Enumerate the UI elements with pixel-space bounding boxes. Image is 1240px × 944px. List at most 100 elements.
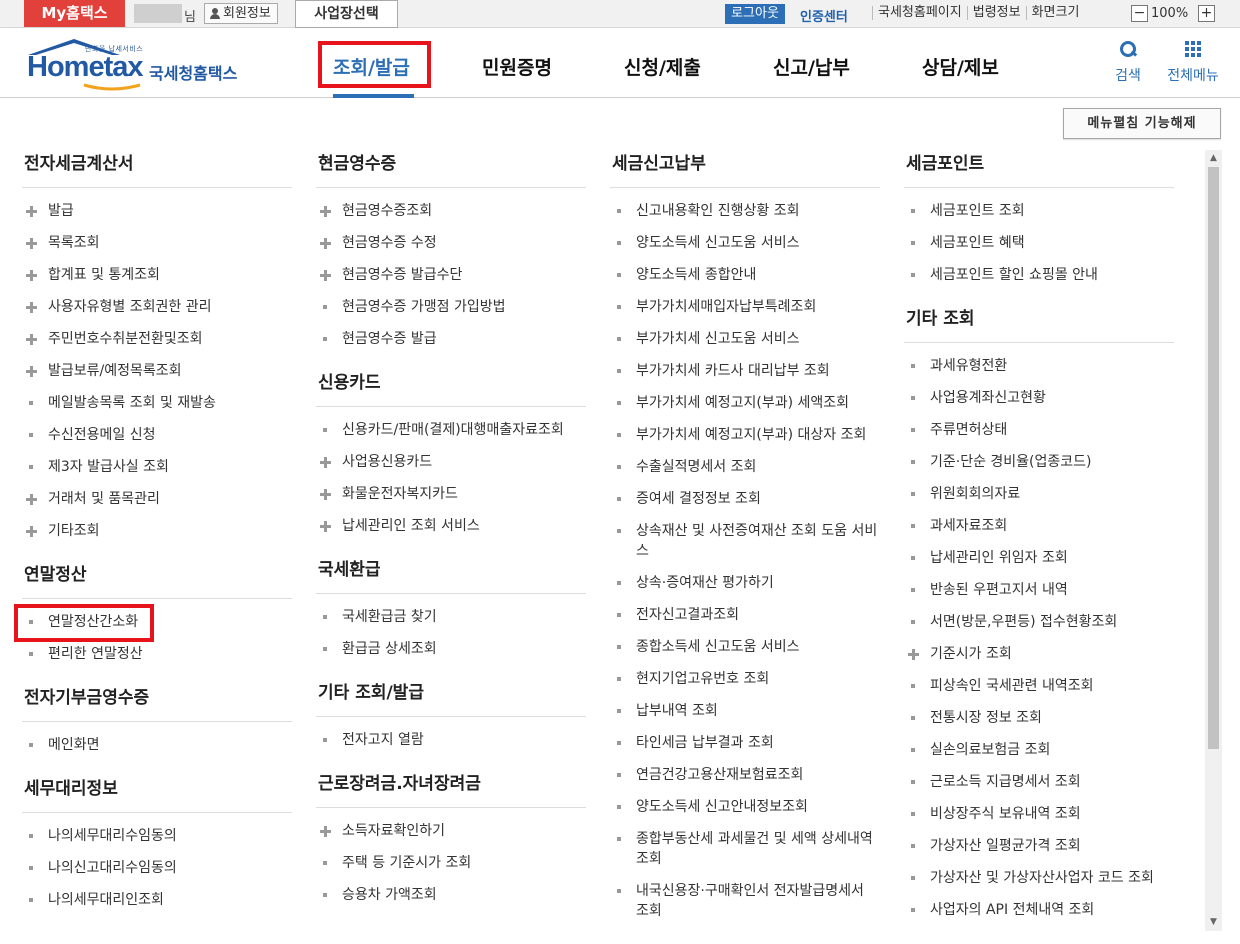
menu-item[interactable]: 부가가치세매입자납부특례조회	[610, 291, 880, 323]
my-hometax-button[interactable]: My홈택스	[24, 0, 125, 27]
zoom-in-button[interactable]: +	[1198, 5, 1215, 22]
menu-item[interactable]: 화물운전자복지카드	[316, 478, 586, 510]
menu-item[interactable]: 현금영수증조회	[316, 195, 586, 227]
menu-item[interactable]: 승용차 가액조회	[316, 879, 586, 911]
plus-expand-icon[interactable]	[26, 270, 37, 281]
logout-button[interactable]: 로그아웃	[725, 4, 785, 24]
menu-item[interactable]: 수출실적명세서 조회	[610, 451, 880, 483]
plus-expand-icon[interactable]	[26, 494, 37, 505]
plus-expand-icon[interactable]	[320, 206, 331, 217]
section-title[interactable]: 기타 조회	[904, 305, 1174, 343]
menu-item[interactable]: 발급보류/예정목록조회	[22, 355, 292, 387]
section-title[interactable]: 신용카드	[316, 369, 586, 407]
menu-item[interactable]: 전자고지 열람	[316, 724, 586, 756]
nts-homepage-link[interactable]: 국세청홈페이지	[872, 6, 967, 20]
menu-item[interactable]: 세금포인트 할인 쇼핑몰 안내	[904, 259, 1174, 291]
section-title[interactable]: 기타 조회/발급	[316, 679, 586, 717]
section-title[interactable]: 연말정산	[22, 561, 292, 599]
menu-item[interactable]: 발급	[22, 195, 292, 227]
certificate-center-link[interactable]: 인증센터	[800, 6, 848, 25]
plus-expand-icon[interactable]	[320, 521, 331, 532]
menu-item[interactable]: 증여세 결정정보 조회	[610, 483, 880, 515]
menu-unfold-toggle-button[interactable]: 메뉴펼침 기능해제	[1063, 108, 1221, 139]
menu-item[interactable]: 현금영수증 발급	[316, 323, 586, 355]
section-title[interactable]: 전자기부금영수증	[22, 684, 292, 722]
nav-inquiry-issue[interactable]: 조회/발급	[333, 53, 410, 80]
menu-item[interactable]: 메인화면	[22, 729, 292, 761]
section-title[interactable]: 현금영수증	[316, 150, 586, 188]
search-button[interactable]: 검색	[1110, 41, 1146, 85]
menu-item[interactable]: 현금영수증 수정	[316, 227, 586, 259]
menu-item[interactable]: 실손의료보험금 조회	[904, 734, 1174, 766]
menu-item[interactable]: 환급금 상세조회	[316, 633, 586, 665]
menu-item[interactable]: 부가가치세 예정고지(부과) 대상자 조회	[610, 419, 880, 451]
menu-item[interactable]: 거래처 및 품목관리	[22, 483, 292, 515]
menu-item[interactable]: 부가가치세 카드사 대리납부 조회	[610, 355, 880, 387]
menu-item[interactable]: 주류면허상태	[904, 414, 1174, 446]
plus-expand-icon[interactable]	[320, 270, 331, 281]
menu-item[interactable]: 상속·증여재산 평가하기	[610, 567, 880, 599]
menu-item[interactable]: 과세자료조회	[904, 510, 1174, 542]
menu-item[interactable]: 기준시가 조회	[904, 638, 1174, 670]
nav-apply-submit[interactable]: 신청/제출	[624, 53, 701, 80]
menu-item[interactable]: 주택 등 기준시가 조회	[316, 847, 586, 879]
menu-item[interactable]: 가상자산 일평균가격 조회	[904, 830, 1174, 862]
plus-expand-icon[interactable]	[26, 334, 37, 345]
section-title[interactable]: 전자세금계산서	[22, 150, 292, 188]
menu-item[interactable]: 양도소득세 신고안내정보조회	[610, 791, 880, 823]
menu-item[interactable]: 반송된 우편고지서 내역	[904, 574, 1174, 606]
menu-item[interactable]: 과세유형전환	[904, 350, 1174, 382]
menu-item[interactable]: 양도소득세 신고도움 서비스	[610, 227, 880, 259]
menu-item[interactable]: 내국신용장·구매확인서 전자발급명세서 조회	[610, 875, 880, 927]
menu-item[interactable]: 세금포인트 조회	[904, 195, 1174, 227]
menu-item[interactable]: 부가가치세 예정고지(부과) 세액조회	[610, 387, 880, 419]
nav-civil-certificate[interactable]: 민원증명	[482, 53, 552, 80]
menu-item[interactable]: 근로소득 지급명세서 조회	[904, 766, 1174, 798]
menu-item[interactable]: 타인세금 납부결과 조회	[610, 727, 880, 759]
menu-item[interactable]: 상속재산 및 사전증여재산 조회 도움 서비스	[610, 515, 880, 567]
section-title[interactable]: 세금포인트	[904, 150, 1174, 188]
menu-item[interactable]: 국세환급금 찾기	[316, 601, 586, 633]
menu-item[interactable]: 사용자유형별 조회권한 관리	[22, 291, 292, 323]
section-title[interactable]: 국세환급	[316, 556, 586, 594]
menu-item[interactable]: 신고내용확인 진행상황 조회	[610, 195, 880, 227]
menu-item[interactable]: 전통시장 정보 조회	[904, 702, 1174, 734]
menu-item[interactable]: 신용카드/판매(결제)대행매출자료조회	[316, 414, 586, 446]
menu-item[interactable]: 위원회회의자료	[904, 478, 1174, 510]
section-title[interactable]: 세무대리정보	[22, 775, 292, 813]
scroll-up-arrow-icon[interactable]: ▲	[1205, 150, 1222, 167]
menu-item[interactable]: 연말정산간소화	[22, 606, 292, 638]
menu-item[interactable]: 전자신고결과조회	[610, 599, 880, 631]
menu-item[interactable]: 기타조회	[22, 515, 292, 547]
zoom-out-button[interactable]: −	[1131, 5, 1148, 22]
plus-expand-icon[interactable]	[26, 366, 37, 377]
menu-item[interactable]: 종합부동산세 과세물건 및 세액 상세내역 조회	[610, 823, 880, 875]
menu-item[interactable]: 주민번호수취분전환및조회	[22, 323, 292, 355]
menu-item[interactable]: 수신전용메일 신청	[22, 419, 292, 451]
menu-item[interactable]: 목록조회	[22, 227, 292, 259]
menu-item[interactable]: 비상장주식 보유내역 조회	[904, 798, 1174, 830]
menu-item[interactable]: 메일발송목록 조회 및 재발송	[22, 387, 292, 419]
nav-report-pay[interactable]: 신고/납부	[773, 53, 850, 80]
menu-item[interactable]: 합계표 및 통계조회	[22, 259, 292, 291]
menu-item[interactable]: 납세관리인 위임자 조회	[904, 542, 1174, 574]
plus-expand-icon[interactable]	[908, 649, 919, 660]
menu-item[interactable]: 부가가치세 신고도움 서비스	[610, 323, 880, 355]
menu-item[interactable]: 현지기업고유번호 조회	[610, 663, 880, 695]
menu-item[interactable]: 나의신고대리수임동의	[22, 852, 292, 884]
plus-expand-icon[interactable]	[26, 238, 37, 249]
section-title[interactable]: 세금신고납부	[610, 150, 880, 188]
menu-item[interactable]: 기준·단순 경비율(업종코드)	[904, 446, 1174, 478]
menu-item[interactable]: 서면(방문,우편등) 접수현황조회	[904, 606, 1174, 638]
menu-item[interactable]: 종합소득세 신고도움 서비스	[610, 631, 880, 663]
menu-item[interactable]: 가상자산 및 가상자산사업자 코드 조회	[904, 862, 1174, 894]
law-info-link[interactable]: 법령정보	[966, 6, 1026, 20]
plus-expand-icon[interactable]	[26, 206, 37, 217]
vertical-scrollbar[interactable]: ▲ ▼	[1205, 150, 1222, 931]
menu-item[interactable]: 나의세무대리수임동의	[22, 820, 292, 852]
member-info-button[interactable]: 회원정보	[204, 3, 278, 24]
menu-item[interactable]: 제3자 발급사실 조회	[22, 451, 292, 483]
menu-item[interactable]: 납세관리인 조회 서비스	[316, 510, 586, 542]
section-title[interactable]: 근로장려금.자녀장려금	[316, 770, 586, 808]
menu-item[interactable]: 소득자료확인하기	[316, 815, 586, 847]
